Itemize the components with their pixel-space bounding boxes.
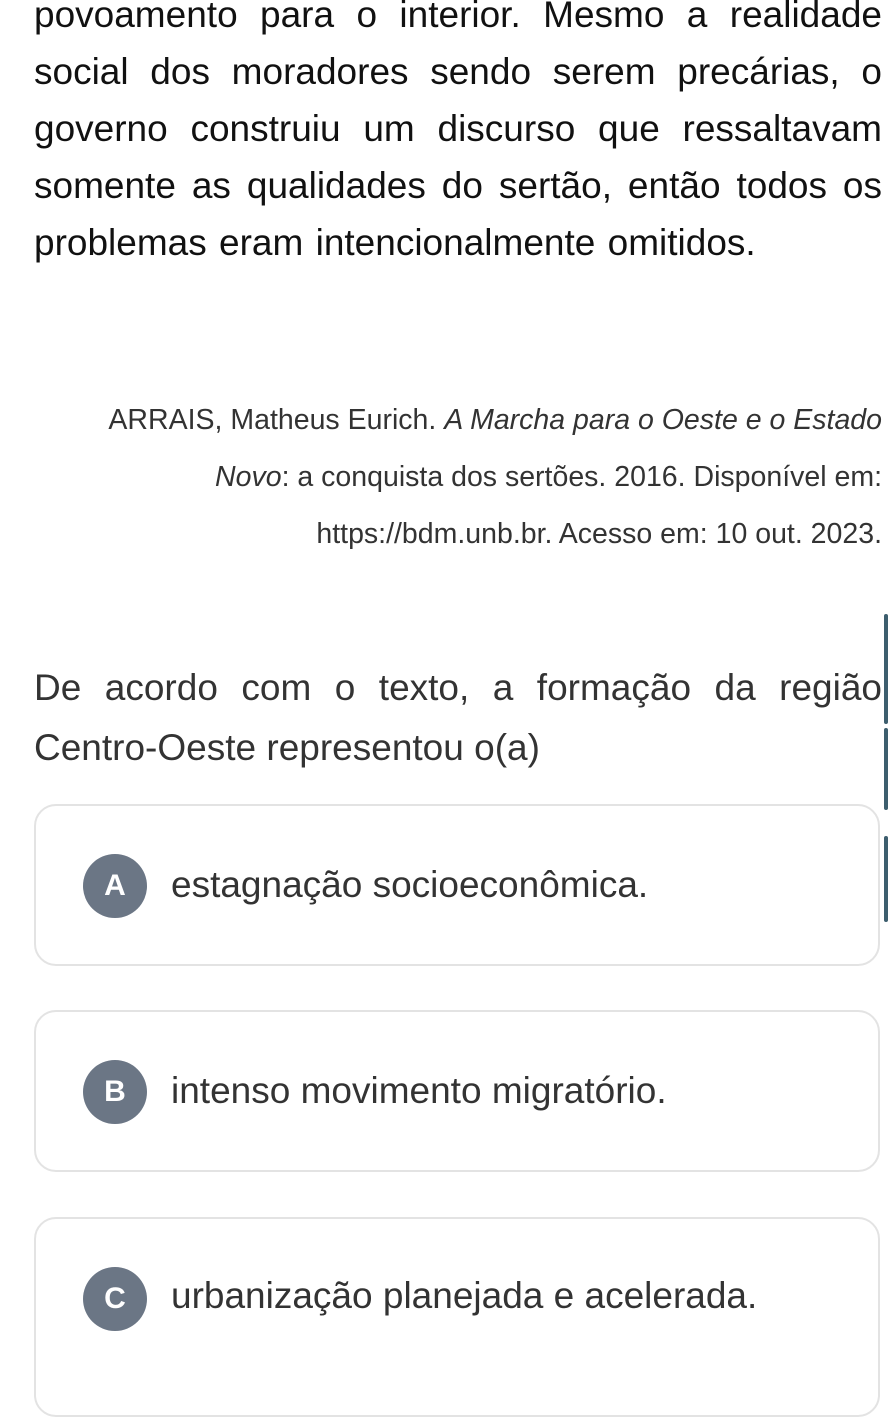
option-c[interactable]: C urbanização planejada e acelerada. xyxy=(34,1217,880,1417)
scroll-indicator xyxy=(884,836,888,922)
option-a[interactable]: A estagnação socioeconômica. xyxy=(34,804,880,966)
scroll-indicator xyxy=(884,614,888,724)
passage-text: povoamento para o interior. Mesmo a real… xyxy=(34,0,882,263)
option-text: intenso movimento migratório. xyxy=(171,1070,667,1111)
option-text: estagnação socioeconômica. xyxy=(171,864,649,905)
citation-subtitle: : a conquista dos sertões. 2016. xyxy=(281,461,686,493)
option-letter-badge: B xyxy=(83,1060,147,1124)
citation-author: ARRAIS, Matheus Eurich. xyxy=(108,404,445,436)
scroll-indicator xyxy=(884,728,888,810)
option-text: urbanização planejada e acelerada. xyxy=(171,1275,758,1316)
option-letter-badge: C xyxy=(83,1267,147,1331)
question-prompt: De acordo com o texto, a formação da reg… xyxy=(34,667,882,768)
option-b[interactable]: B intenso movimento migratório. xyxy=(34,1010,880,1172)
option-letter-badge: A xyxy=(83,854,147,918)
citation: ARRAIS, Matheus Eurich. A Marcha para o … xyxy=(34,392,882,563)
